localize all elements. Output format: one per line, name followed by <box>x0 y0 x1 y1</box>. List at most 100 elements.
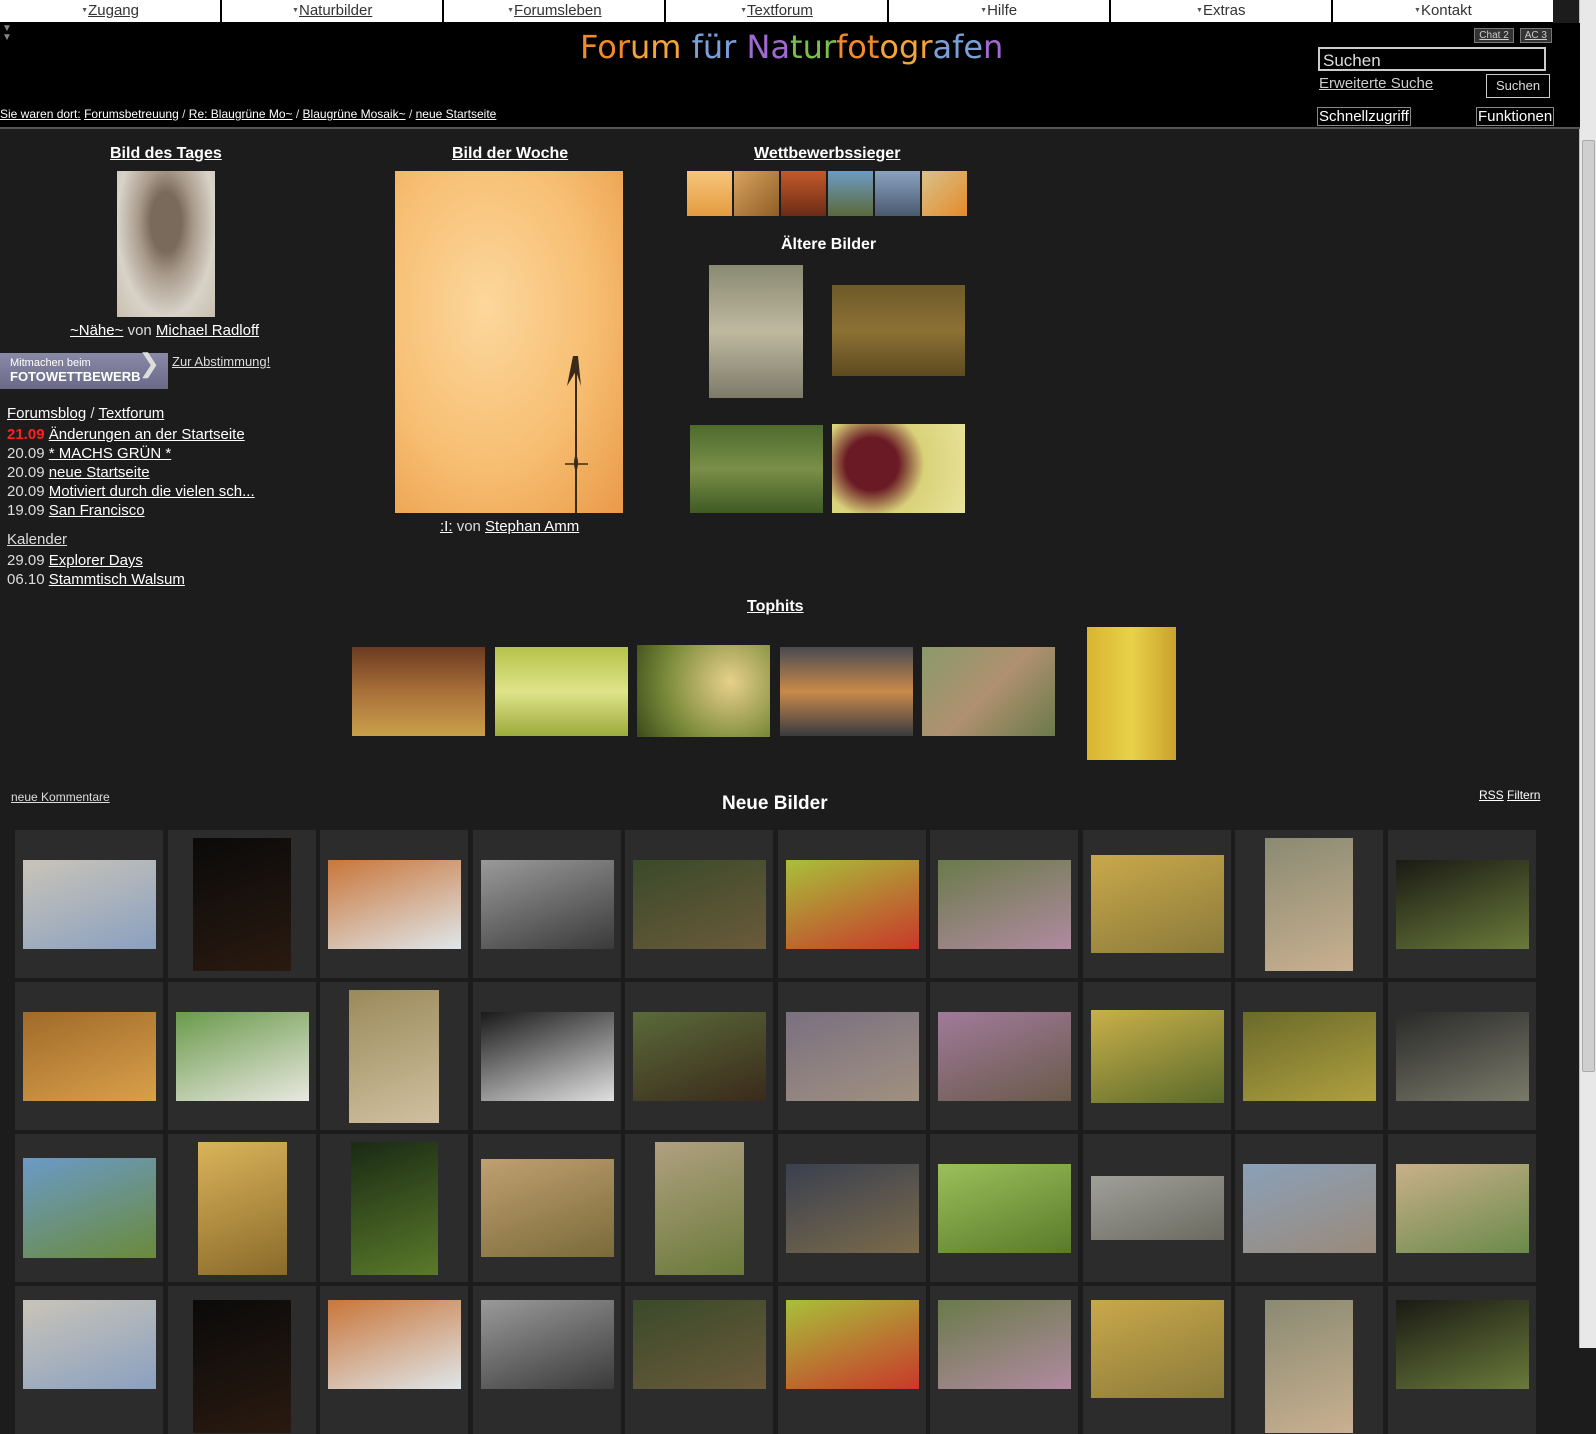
new-image-cell[interactable] <box>320 982 468 1130</box>
new-image-cell[interactable] <box>1083 982 1231 1130</box>
new-image-thumbnail[interactable] <box>1091 1010 1224 1103</box>
quick-access-button[interactable]: Schnellzugriff <box>1317 107 1411 126</box>
advanced-search-link[interactable]: Erweiterte Suche <box>1319 75 1433 92</box>
new-image-cell[interactable] <box>1083 1286 1231 1434</box>
new-image-thumbnail[interactable] <box>351 1142 438 1275</box>
new-image-cell[interactable] <box>1388 1134 1536 1282</box>
new-image-cell[interactable] <box>1235 1286 1383 1434</box>
new-image-thumbnail[interactable] <box>1265 838 1353 971</box>
event-link[interactable]: Stammtisch Walsum <box>49 571 185 588</box>
new-image-thumbnail[interactable] <box>481 860 614 949</box>
bild-der-woche-title[interactable]: :I: <box>440 518 453 535</box>
kalender-link[interactable]: Kalender <box>7 531 67 548</box>
new-image-thumbnail[interactable] <box>481 1012 614 1101</box>
new-image-cell[interactable] <box>778 1286 926 1434</box>
new-image-thumbnail[interactable] <box>633 860 766 949</box>
new-image-cell[interactable] <box>1235 1134 1383 1282</box>
new-image-cell[interactable] <box>625 830 773 978</box>
new-image-thumbnail[interactable] <box>786 860 919 949</box>
new-image-cell[interactable] <box>320 1286 468 1434</box>
fotowettbewerb-banner[interactable]: Mitmachen beim FOTOWETTBEWERB ❯ <box>0 350 168 389</box>
new-image-cell[interactable] <box>15 830 163 978</box>
new-image-cell[interactable] <box>1235 982 1383 1130</box>
winner-thumb[interactable] <box>828 171 873 216</box>
menu-item-extras[interactable]: ▼Extras <box>1111 0 1333 22</box>
new-image-cell[interactable] <box>168 830 316 978</box>
new-image-thumbnail[interactable] <box>349 990 439 1123</box>
new-image-cell[interactable] <box>320 1134 468 1282</box>
new-image-cell[interactable] <box>930 982 1078 1130</box>
forumsblog-link[interactable]: Forumsblog <box>7 405 86 422</box>
menu-item-forumsleben[interactable]: ▼Forumsleben <box>444 0 667 22</box>
new-image-thumbnail[interactable] <box>655 1142 744 1275</box>
winner-thumb[interactable] <box>922 171 967 216</box>
new-image-thumbnail[interactable] <box>198 1142 287 1275</box>
new-image-thumbnail[interactable] <box>1265 1300 1353 1433</box>
bild-des-tages-image[interactable] <box>117 171 215 317</box>
new-image-thumbnail[interactable] <box>23 1158 156 1258</box>
new-image-thumbnail[interactable] <box>786 1164 919 1253</box>
new-image-cell[interactable] <box>168 1286 316 1434</box>
menu-item-zugang[interactable]: ▼Zugang <box>0 0 223 22</box>
new-image-cell[interactable] <box>930 1286 1078 1434</box>
new-image-cell[interactable] <box>1235 830 1383 978</box>
new-image-cell[interactable] <box>15 1286 163 1434</box>
new-image-cell[interactable] <box>1388 982 1536 1130</box>
new-image-thumbnail[interactable] <box>328 860 461 949</box>
new-image-cell[interactable] <box>320 830 468 978</box>
new-image-thumbnail[interactable] <box>938 860 1071 949</box>
menu-item-hilfe[interactable]: ▼Hilfe <box>889 0 1111 22</box>
blog-link[interactable]: Änderungen an der Startseite <box>49 426 245 443</box>
chat2-link[interactable]: Chat 2 <box>1474 28 1514 43</box>
tophit-image[interactable] <box>1087 627 1176 760</box>
new-image-cell[interactable] <box>625 1286 773 1434</box>
new-image-cell[interactable] <box>15 982 163 1130</box>
new-image-thumbnail[interactable] <box>481 1159 614 1257</box>
new-image-cell[interactable] <box>1083 830 1231 978</box>
new-image-cell[interactable] <box>778 982 926 1130</box>
functions-button[interactable]: Funktionen <box>1476 107 1555 126</box>
tophit-image[interactable] <box>922 647 1055 736</box>
collapse-arrows-icon[interactable]: ▼ ▼ <box>2 24 12 43</box>
textforum-link[interactable]: Textforum <box>98 405 164 422</box>
new-image-thumbnail[interactable] <box>938 1012 1071 1101</box>
filtern-link[interactable]: Filtern <box>1507 788 1540 802</box>
new-image-thumbnail[interactable] <box>1091 1300 1224 1398</box>
new-image-thumbnail[interactable] <box>938 1164 1071 1253</box>
new-image-thumbnail[interactable] <box>1091 855 1224 953</box>
blog-link[interactable]: * MACHS GRÜN * <box>49 445 172 462</box>
new-image-cell[interactable] <box>473 1286 621 1434</box>
older-image[interactable] <box>832 285 965 376</box>
bild-des-tages-author[interactable]: Michael Radloff <box>156 322 259 339</box>
blog-link[interactable]: San Francisco <box>49 502 145 519</box>
bild-der-woche-author[interactable]: Stephan Amm <box>485 518 579 535</box>
new-image-cell[interactable] <box>1388 1286 1536 1434</box>
new-image-cell[interactable] <box>778 830 926 978</box>
tophit-image[interactable] <box>352 647 485 736</box>
new-image-cell[interactable] <box>930 1134 1078 1282</box>
new-image-cell[interactable] <box>15 1134 163 1282</box>
winner-thumb[interactable] <box>687 171 732 216</box>
breadcrumb-item[interactable]: Forumsbetreuung <box>84 107 179 121</box>
new-image-thumbnail[interactable] <box>786 1012 919 1101</box>
new-image-cell[interactable] <box>778 1134 926 1282</box>
bild-des-tages-heading[interactable]: Bild des Tages <box>110 145 222 163</box>
breadcrumb-item[interactable]: Re: Blaugrüne Mo~ <box>189 107 293 121</box>
search-input[interactable]: Suchen <box>1318 47 1546 71</box>
new-image-cell[interactable] <box>930 830 1078 978</box>
new-image-cell[interactable] <box>1083 1134 1231 1282</box>
new-image-thumbnail[interactable] <box>633 1300 766 1389</box>
blog-link[interactable]: Motiviert durch die vielen sch... <box>49 483 255 500</box>
new-image-thumbnail[interactable] <box>23 1300 156 1389</box>
winner-thumb[interactable] <box>875 171 920 216</box>
new-image-thumbnail[interactable] <box>481 1300 614 1389</box>
new-image-thumbnail[interactable] <box>23 1012 156 1101</box>
new-image-thumbnail[interactable] <box>1396 1164 1529 1253</box>
winner-thumb[interactable] <box>781 171 826 216</box>
menu-item-textforum[interactable]: ▼Textforum <box>666 0 889 22</box>
menu-item-naturbilder[interactable]: ▼Naturbilder <box>222 0 445 22</box>
blog-link[interactable]: neue Startseite <box>49 464 150 481</box>
scrollbar-thumb[interactable] <box>1582 140 1595 1072</box>
menu-item-kontakt[interactable]: ▼Kontakt <box>1333 0 1553 22</box>
ac3-link[interactable]: AC 3 <box>1519 28 1552 43</box>
